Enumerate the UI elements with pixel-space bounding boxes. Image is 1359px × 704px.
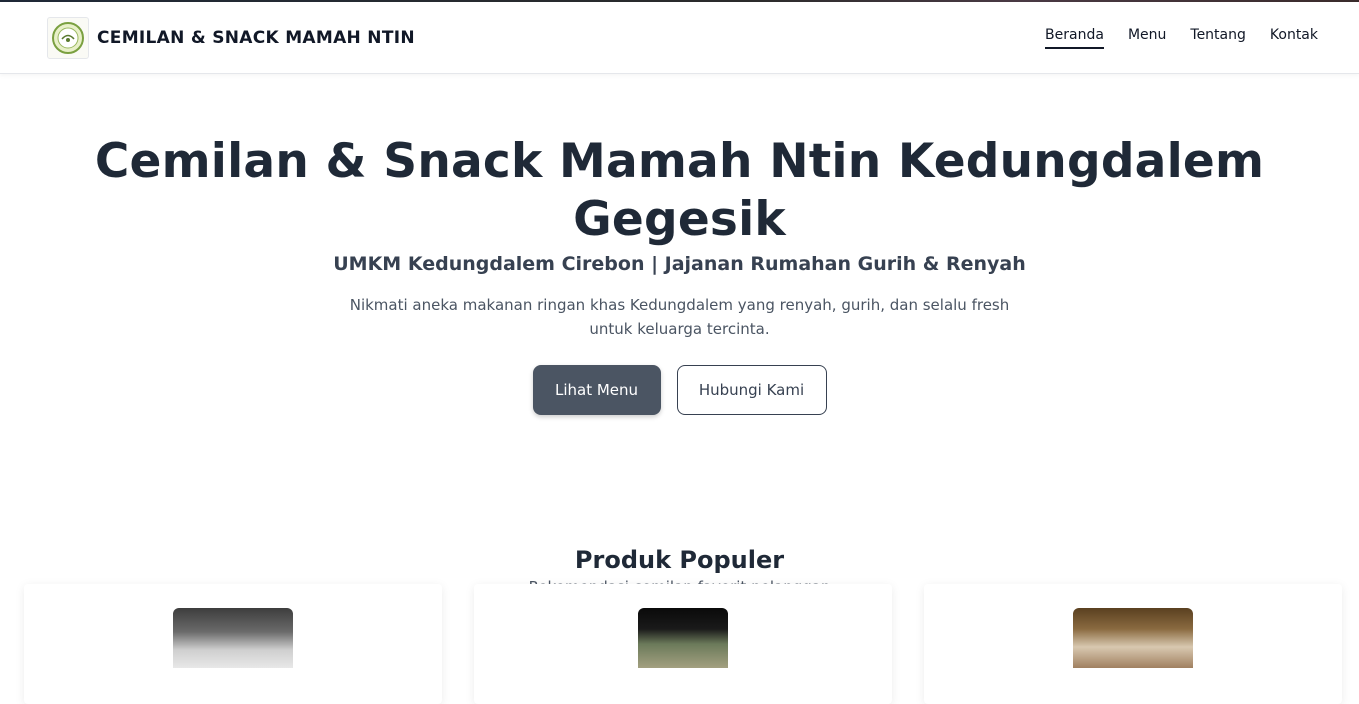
main-nav: Beranda Menu Tentang Kontak (1045, 27, 1318, 49)
hero-description: Nikmati aneka makanan ringan khas Kedung… (349, 296, 1010, 338)
product-card-list (24, 584, 1342, 704)
product-image (173, 608, 293, 668)
site-header: CEMILAN & SNACK MAMAH NTIN Beranda Menu … (0, 2, 1359, 74)
nav-item-kontak[interactable]: Kontak (1270, 27, 1318, 49)
hero-title: Cemilan & Snack Mamah Ntin Kedungdalem G… (94, 134, 1265, 247)
hero-cta-group: Lihat Menu Hubungi Kami (0, 365, 1359, 415)
hero-subtitle: UMKM Kedungdalem Cirebon | Jajanan Rumah… (333, 253, 1026, 275)
hero-section: Cemilan & Snack Mamah Ntin Kedungdalem G… (0, 74, 1359, 415)
contact-us-button[interactable]: Hubungi Kami (676, 365, 827, 415)
brand-name: CEMILAN & SNACK MAMAH NTIN (97, 27, 415, 48)
view-menu-button[interactable]: Lihat Menu (532, 365, 661, 415)
product-card[interactable] (924, 584, 1342, 704)
product-card[interactable] (474, 584, 892, 704)
brand-logo-icon (47, 16, 89, 59)
brand[interactable]: CEMILAN & SNACK MAMAH NTIN (47, 16, 415, 59)
product-image (638, 608, 728, 668)
nav-item-menu[interactable]: Menu (1128, 27, 1166, 49)
nav-item-beranda[interactable]: Beranda (1045, 27, 1104, 49)
popular-title: Produk Populer (574, 546, 785, 574)
product-card[interactable] (24, 584, 442, 704)
nav-item-tentang[interactable]: Tentang (1190, 27, 1246, 49)
product-image (1073, 608, 1193, 668)
